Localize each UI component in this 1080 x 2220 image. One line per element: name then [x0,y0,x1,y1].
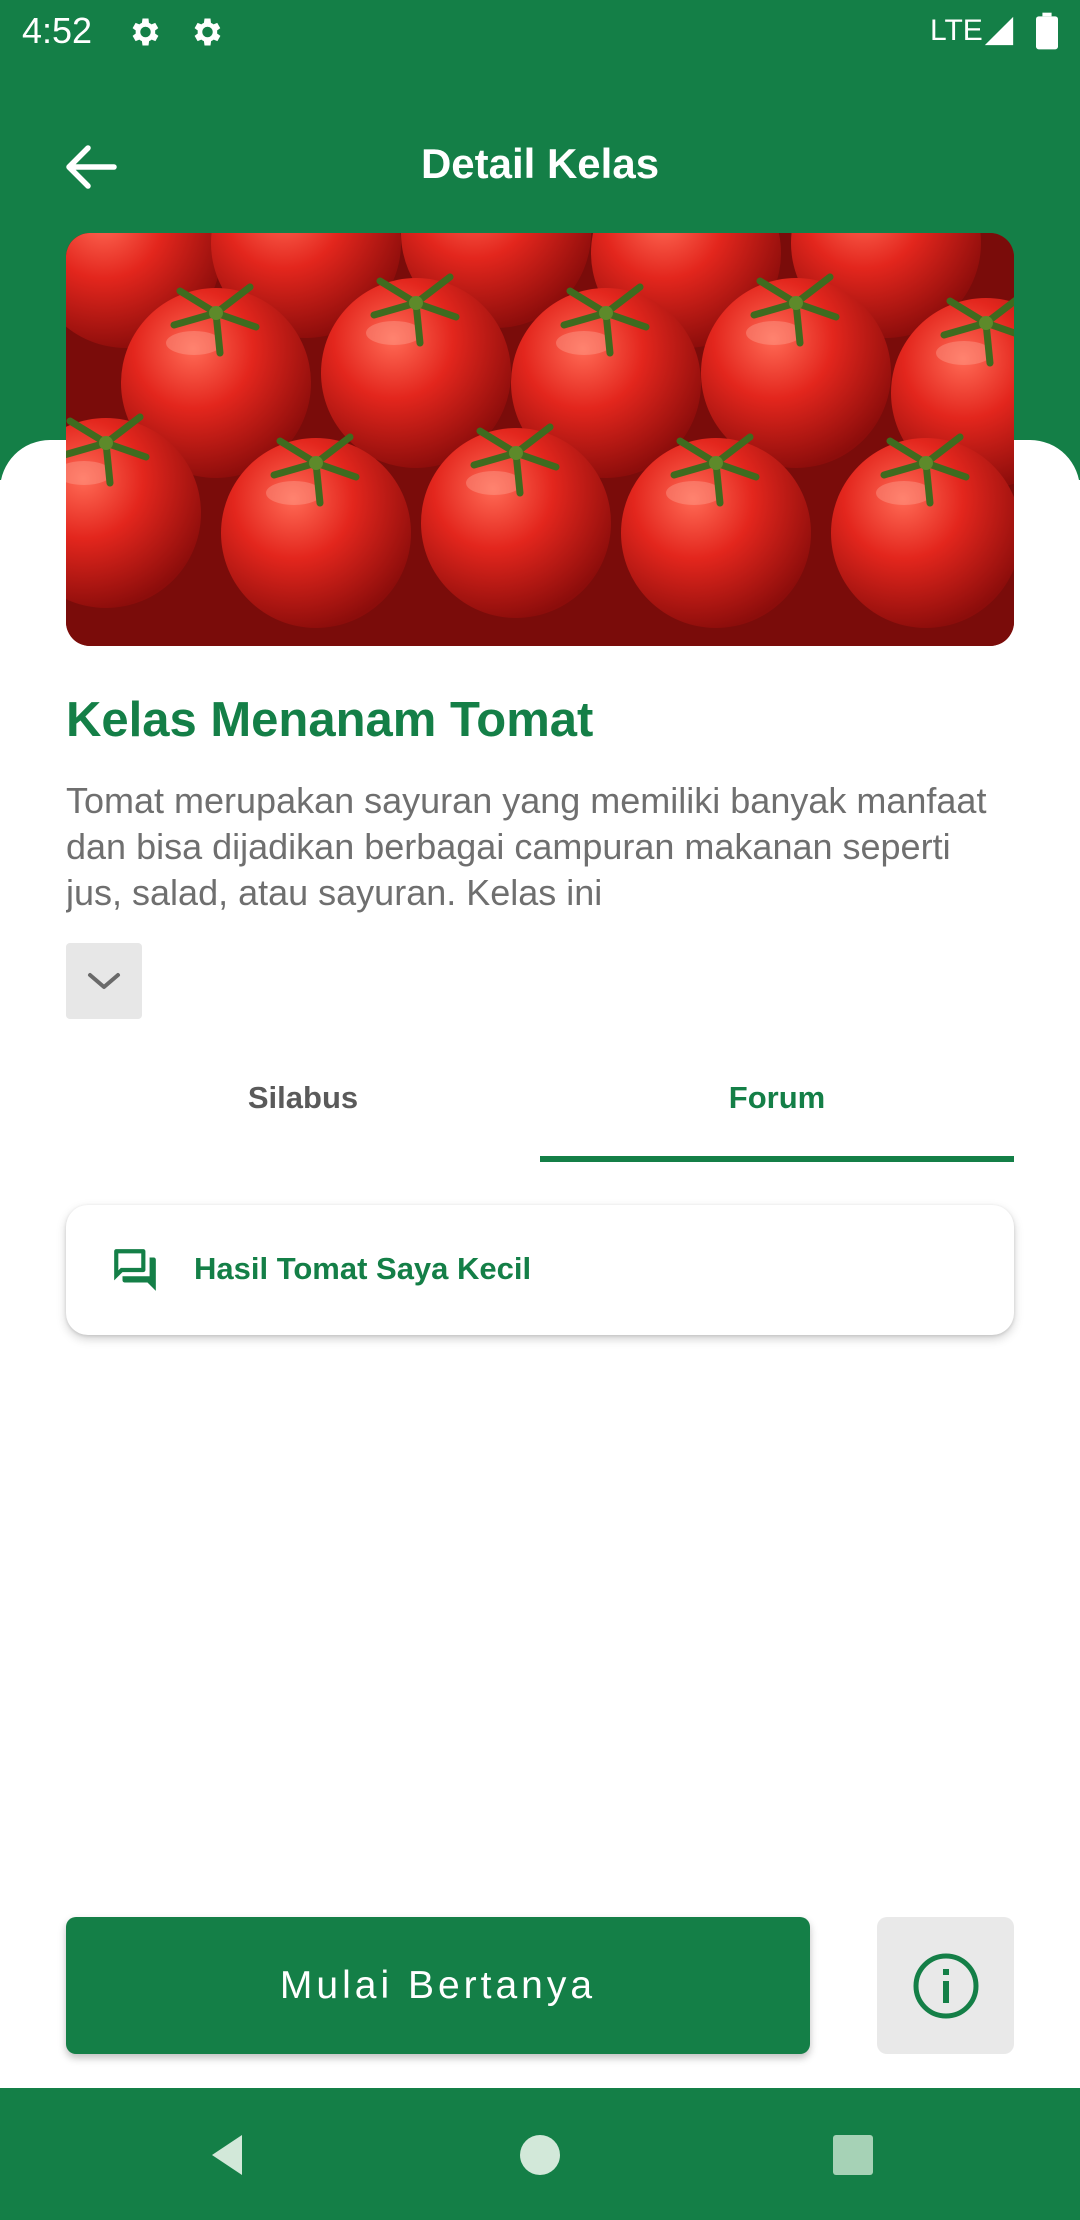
chevron-down-icon [88,973,120,989]
forum-item[interactable]: Hasil Tomat Saya Kecil [66,1205,1014,1335]
network-type: LTE [930,14,983,47]
page-title: Detail Kelas [420,140,660,187]
battery-icon [1036,12,1058,50]
status-bar: 4:52 LTE [0,0,1080,66]
ask-question-button[interactable]: Mulai Bertanya [66,1917,810,2054]
class-banner-image [66,233,1014,646]
tab-forum[interactable]: Forum [540,1050,1014,1162]
class-description: Tomat merupakan sayuran yang memiliki ba… [66,780,987,913]
tab-silabus[interactable]: Silabus [66,1050,540,1162]
nav-back-icon[interactable] [202,2130,252,2180]
app-bar: Detail Kelas [0,120,1080,210]
forum-item-title: Hasil Tomat Saya Kecil [194,1251,532,1286]
gear-icon [194,18,221,46]
expand-description-button[interactable] [66,943,142,1019]
status-time: 4:52 [22,10,93,51]
nav-home-icon[interactable] [515,2130,565,2180]
active-tab-indicator [540,1156,1014,1162]
nav-recent-apps-icon[interactable] [828,2130,878,2180]
tomato-image [66,233,1014,646]
info-button[interactable] [877,1917,1014,2054]
system-navigation-bar [0,2088,1080,2220]
signal-icon [984,16,1014,46]
forum-icon [114,1249,156,1291]
tab-bar: Silabus Forum [66,1050,1014,1162]
gear-icon [132,18,159,46]
class-title: Kelas Menanam Tomat [66,693,594,747]
info-icon [913,1953,979,2019]
